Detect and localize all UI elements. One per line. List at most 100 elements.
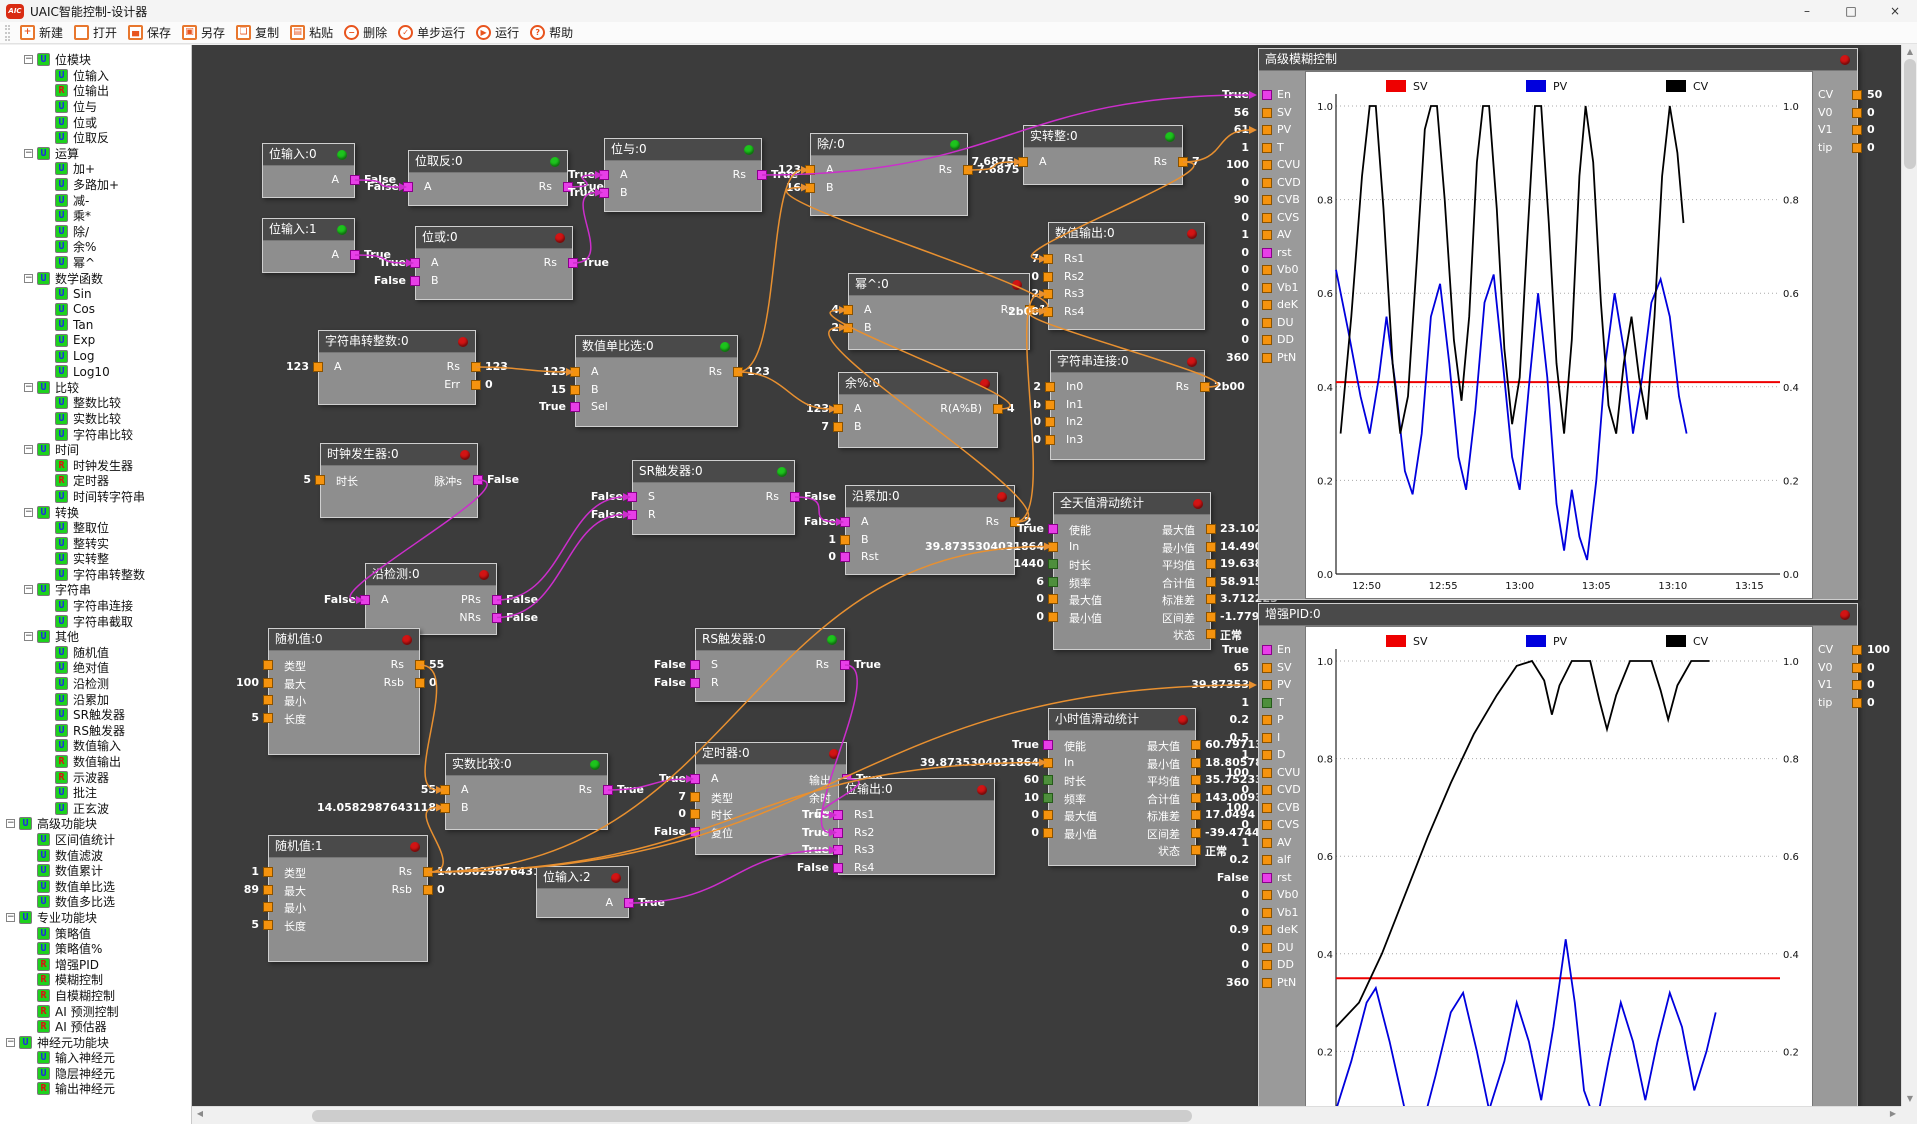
function-block-位输入:1[interactable]: 位输入:1ATrue <box>262 218 355 273</box>
input-port[interactable] <box>1262 213 1272 223</box>
input-port[interactable] <box>1262 925 1272 935</box>
tree-item-字符串比较[interactable]: U字符串比较 <box>0 426 191 442</box>
input-port[interactable] <box>1262 960 1272 970</box>
tree-group-字符串[interactable]: −U字符串 <box>0 582 191 598</box>
input-port[interactable] <box>627 492 637 502</box>
input-port[interactable] <box>1262 733 1272 743</box>
output-port[interactable] <box>471 380 481 390</box>
input-port[interactable] <box>315 475 325 485</box>
function-block-字符串连接:0[interactable]: 字符串连接:0In02Rs2b00In1bIn20In30 <box>1050 350 1205 460</box>
input-port[interactable] <box>690 678 700 688</box>
function-block-时钟发生器:0[interactable]: 时钟发生器:0时长5脉冲sFalse <box>320 443 478 518</box>
scroll-left-icon[interactable]: ◀ <box>192 1107 208 1121</box>
input-port[interactable] <box>570 367 580 377</box>
input-port[interactable] <box>1262 663 1272 673</box>
input-port[interactable] <box>1262 125 1272 135</box>
input-port[interactable] <box>1262 645 1272 655</box>
input-port[interactable] <box>1262 768 1272 778</box>
output-port[interactable] <box>1206 629 1216 639</box>
scroll-down-icon[interactable]: ▼ <box>1902 1092 1917 1106</box>
input-port[interactable] <box>1048 524 1058 534</box>
function-block-实数比较:0[interactable]: 实数比较:0A55RsTrueB14.0582987643118 <box>445 753 608 830</box>
tree-expander-icon[interactable]: − <box>24 149 33 158</box>
tree-item-输入神经元[interactable]: U输入神经元 <box>0 1050 191 1066</box>
tree-group-其他[interactable]: −U其他 <box>0 629 191 645</box>
control-panel-高级模糊控制[interactable]: 高级模糊控制EnTrueSV56PV61T1CVU100CVD0CVB90CVS… <box>1258 48 1858 600</box>
vertical-scrollbar[interactable]: ▲ ▼ <box>1901 45 1917 1106</box>
toolbar-button-run[interactable]: ▶运行 <box>472 23 526 42</box>
tree-group-时间[interactable]: −U时间 <box>0 442 191 458</box>
input-port[interactable] <box>440 803 450 813</box>
output-port[interactable] <box>492 613 502 623</box>
input-port[interactable] <box>1043 307 1053 317</box>
tree-item-字符串截取[interactable]: U字符串截取 <box>0 613 191 629</box>
output-port[interactable] <box>471 362 481 372</box>
input-port[interactable] <box>263 920 273 930</box>
output-port[interactable] <box>1852 143 1862 153</box>
tree-item-自模糊控制[interactable]: R自模糊控制 <box>0 988 191 1004</box>
output-port[interactable] <box>733 367 743 377</box>
tree-item-减-[interactable]: U减- <box>0 192 191 208</box>
tree-item-整数比较[interactable]: U整数比较 <box>0 395 191 411</box>
output-port[interactable] <box>1178 157 1188 167</box>
output-port[interactable] <box>1191 793 1201 803</box>
output-port[interactable] <box>624 898 634 908</box>
input-port[interactable] <box>440 785 450 795</box>
tree-group-比较[interactable]: −U比较 <box>0 379 191 395</box>
tree-item-区间值统计[interactable]: U区间值统计 <box>0 832 191 848</box>
input-port[interactable] <box>599 188 609 198</box>
output-port[interactable] <box>840 660 850 670</box>
function-block-字符串转整数:0[interactable]: 字符串转整数:0A123Rs123Err0 <box>318 330 476 405</box>
minimize-button[interactable]: – <box>1785 0 1829 22</box>
tree-item-幂^[interactable]: U幂^ <box>0 255 191 271</box>
input-port[interactable] <box>1262 178 1272 188</box>
input-port[interactable] <box>843 305 853 315</box>
input-port[interactable] <box>1262 680 1272 690</box>
function-block-数值输出:0[interactable]: 数值输出:0Rs17Rs20Rs32Rs42b00 <box>1048 222 1205 330</box>
input-port[interactable] <box>410 276 420 286</box>
input-port[interactable] <box>1262 978 1272 988</box>
input-port[interactable] <box>1262 838 1272 848</box>
tree-item-正玄波[interactable]: U正玄波 <box>0 801 191 817</box>
output-port[interactable] <box>1852 645 1862 655</box>
input-port[interactable] <box>1262 108 1272 118</box>
input-port[interactable] <box>1018 157 1028 167</box>
input-port[interactable] <box>1043 793 1053 803</box>
toolbar-button-step-run[interactable]: ✓单步运行 <box>394 23 472 42</box>
tree-item-字符串连接[interactable]: U字符串连接 <box>0 598 191 614</box>
output-port[interactable] <box>415 660 425 670</box>
scroll-right-icon[interactable]: ▶ <box>1885 1107 1901 1121</box>
input-port[interactable] <box>1262 855 1272 865</box>
tree-group-高级功能块[interactable]: −U高级功能块 <box>0 816 191 832</box>
toolbar-button-saveas[interactable]: ▣另存 <box>178 23 232 42</box>
tree-item-Log[interactable]: ULog <box>0 348 191 364</box>
output-port[interactable] <box>1191 828 1201 838</box>
input-port[interactable] <box>1262 248 1272 258</box>
function-block-位取反:0[interactable]: 位取反:0AFalseRsTrue <box>408 150 568 206</box>
output-port[interactable] <box>1852 125 1862 135</box>
tree-item-字符串转整数[interactable]: U字符串转整数 <box>0 567 191 583</box>
tree-item-乘*[interactable]: U乘* <box>0 208 191 224</box>
tree-expander-icon[interactable]: − <box>24 274 33 283</box>
tree-item-Log10[interactable]: ULog10 <box>0 364 191 380</box>
input-port[interactable] <box>403 182 413 192</box>
horizontal-scroll-thumb[interactable] <box>312 1110 1192 1122</box>
output-port[interactable] <box>603 785 613 795</box>
output-port[interactable] <box>492 595 502 605</box>
tree-expander-icon[interactable]: − <box>24 445 33 454</box>
input-port[interactable] <box>1262 908 1272 918</box>
tree-item-位取反[interactable]: U位取反 <box>0 130 191 146</box>
tree-item-AI 预测控制[interactable]: RAI 预测控制 <box>0 1003 191 1019</box>
function-block-沿累加:0[interactable]: 沿累加:0AFalseRs2B1Rst0 <box>845 485 1015 575</box>
output-port[interactable] <box>1206 542 1216 552</box>
tree-expander-icon[interactable]: − <box>24 508 33 517</box>
function-block-位输出:0[interactable]: 位输出:0Rs1TrueRs2TrueRs3TrueRs4False <box>838 778 995 875</box>
output-port[interactable] <box>1206 594 1216 604</box>
input-port[interactable] <box>1043 272 1053 282</box>
input-port[interactable] <box>1045 435 1055 445</box>
input-port[interactable] <box>1043 740 1053 750</box>
tree-group-数学函数[interactable]: −U数学函数 <box>0 270 191 286</box>
toolbar-button-delete[interactable]: −删除 <box>340 23 394 42</box>
input-port[interactable] <box>1262 785 1272 795</box>
tree-item-绝对值[interactable]: U绝对值 <box>0 660 191 676</box>
